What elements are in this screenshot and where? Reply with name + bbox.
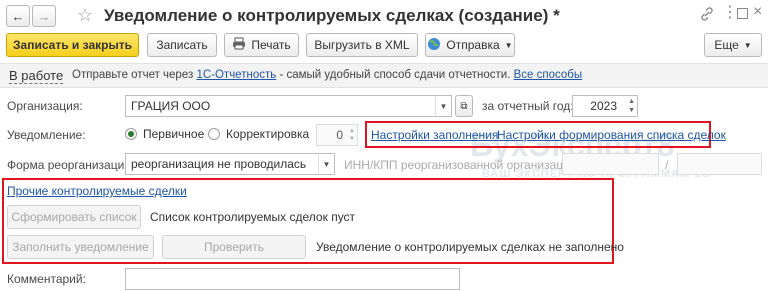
organization-field[interactable]: ГРАЦИЯ ООО ▼ (125, 95, 452, 117)
chevron-down-icon[interactable]: ▼ (318, 154, 334, 174)
stepper-up-icon[interactable]: ▲ (628, 97, 635, 106)
stepper-down-icon[interactable]: ▼ (628, 106, 635, 115)
forward-arrow-icon: → (37, 8, 51, 24)
radio-empty-icon (208, 128, 220, 140)
save-button[interactable]: Записать (147, 33, 217, 57)
chevron-down-icon: ▼ (743, 40, 752, 50)
chevron-down-icon[interactable]: ▼ (435, 96, 451, 116)
link-icon[interactable] (700, 7, 714, 21)
year-label: за отчетный год: (482, 99, 574, 113)
inn-kpp-label: ИНН/КПП реорганизованной организации: (344, 158, 580, 172)
radio-primary[interactable]: Первичное (125, 127, 204, 141)
print-button[interactable]: Печать (224, 33, 299, 57)
kpp-field[interactable] (677, 153, 762, 175)
inn-field[interactable] (562, 153, 659, 175)
more-label: Еще (714, 38, 739, 52)
save-label: Записать (156, 38, 208, 52)
organization-value: ГРАЦИЯ ООО (131, 99, 211, 113)
chevron-down-icon: ▼ (504, 40, 513, 50)
send-label: Отправка (446, 38, 500, 52)
status-in-work-link[interactable]: В работе (9, 68, 64, 84)
fill-notice-label: Заполнить уведомление (12, 240, 149, 254)
notice-status-text: Уведомление о контролируемых сделках не … (316, 240, 624, 254)
check-label: Проверить (203, 240, 264, 254)
close-icon[interactable]: × (753, 3, 762, 21)
more-button[interactable]: Еще ▼ (704, 33, 762, 57)
radio-selected-icon (125, 128, 137, 140)
status-label: В работе (9, 68, 64, 83)
notice-label: Уведомление: (7, 128, 86, 142)
export-xml-label: Выгрузить в XML (314, 38, 410, 52)
reorg-value: реорганизация не проводилась (131, 157, 307, 171)
year-field[interactable]: 2023 ▲ ▼ (572, 95, 638, 117)
other-deals-link[interactable]: Прочие контролируемые сделки (7, 184, 187, 198)
favorite-star-icon[interactable]: ☆ (77, 4, 93, 26)
save-and-close-label: Записать и закрыть (13, 38, 132, 52)
status-text: Отправьте отчет через 1С-Отчетность - са… (72, 69, 582, 81)
radio-corrective[interactable]: Корректировка (208, 127, 309, 141)
kebab-menu-icon[interactable]: ⋮ (722, 5, 738, 21)
send-dropdown-button[interactable]: Отправка ▼ (425, 33, 515, 57)
correction-number-field[interactable]: 0 ▲ ▼ (316, 124, 358, 146)
fill-notice-button[interactable]: Заполнить уведомление (7, 235, 154, 259)
maximize-icon[interactable] (737, 8, 748, 19)
list-status-text: Список контролируемых сделок пуст (150, 210, 356, 224)
send-globe-icon (427, 37, 441, 54)
print-label: Печать (251, 38, 291, 52)
all-methods-link[interactable]: Все способы (514, 69, 583, 81)
inn-kpp-separator: / (665, 158, 669, 172)
1c-reporting-link[interactable]: 1С-Отчетность (196, 69, 276, 81)
settings-fill-link[interactable]: Настройки заполнения (371, 128, 498, 142)
open-organization-button[interactable]: ⧉ (455, 95, 473, 117)
status-text-after: - самый удобный способ сдачи отчетности. (279, 69, 511, 81)
comment-label: Комментарий: (7, 272, 86, 286)
form-list-button[interactable]: Сформировать список (7, 205, 141, 229)
organization-label: Организация: (7, 99, 83, 113)
status-text-before: Отправьте отчет через (72, 69, 194, 81)
page-title: Уведомление о контролируемых сделках (со… (104, 6, 560, 25)
reorg-label: Форма реорганизации: (7, 158, 135, 172)
correction-number-value: 0 (336, 128, 343, 142)
back-button[interactable]: ← (6, 5, 30, 27)
save-and-close-button[interactable]: Записать и закрыть (6, 33, 139, 57)
year-value: 2023 (590, 99, 617, 113)
correction-stepper[interactable]: ▲ ▼ (349, 127, 355, 143)
stepper-down-icon[interactable]: ▼ (349, 135, 355, 143)
open-copy-icon: ⧉ (460, 100, 468, 112)
form-list-label: Сформировать список (11, 210, 137, 224)
stepper-up-icon[interactable]: ▲ (349, 127, 355, 135)
radio-corrective-label: Корректировка (226, 127, 310, 141)
year-stepper[interactable]: ▲ ▼ (628, 97, 635, 115)
radio-primary-label: Первичное (143, 127, 205, 141)
export-xml-button[interactable]: Выгрузить в XML (306, 33, 418, 57)
forward-button[interactable]: → (32, 5, 56, 27)
check-button[interactable]: Проверить (162, 235, 306, 259)
comment-field[interactable] (125, 268, 460, 290)
reorg-select[interactable]: реорганизация не проводилась ▼ (125, 153, 335, 175)
settings-list-link[interactable]: Настройки формирования списка сделок (497, 128, 726, 142)
printer-icon (232, 37, 246, 53)
back-arrow-icon: ← (11, 8, 25, 24)
